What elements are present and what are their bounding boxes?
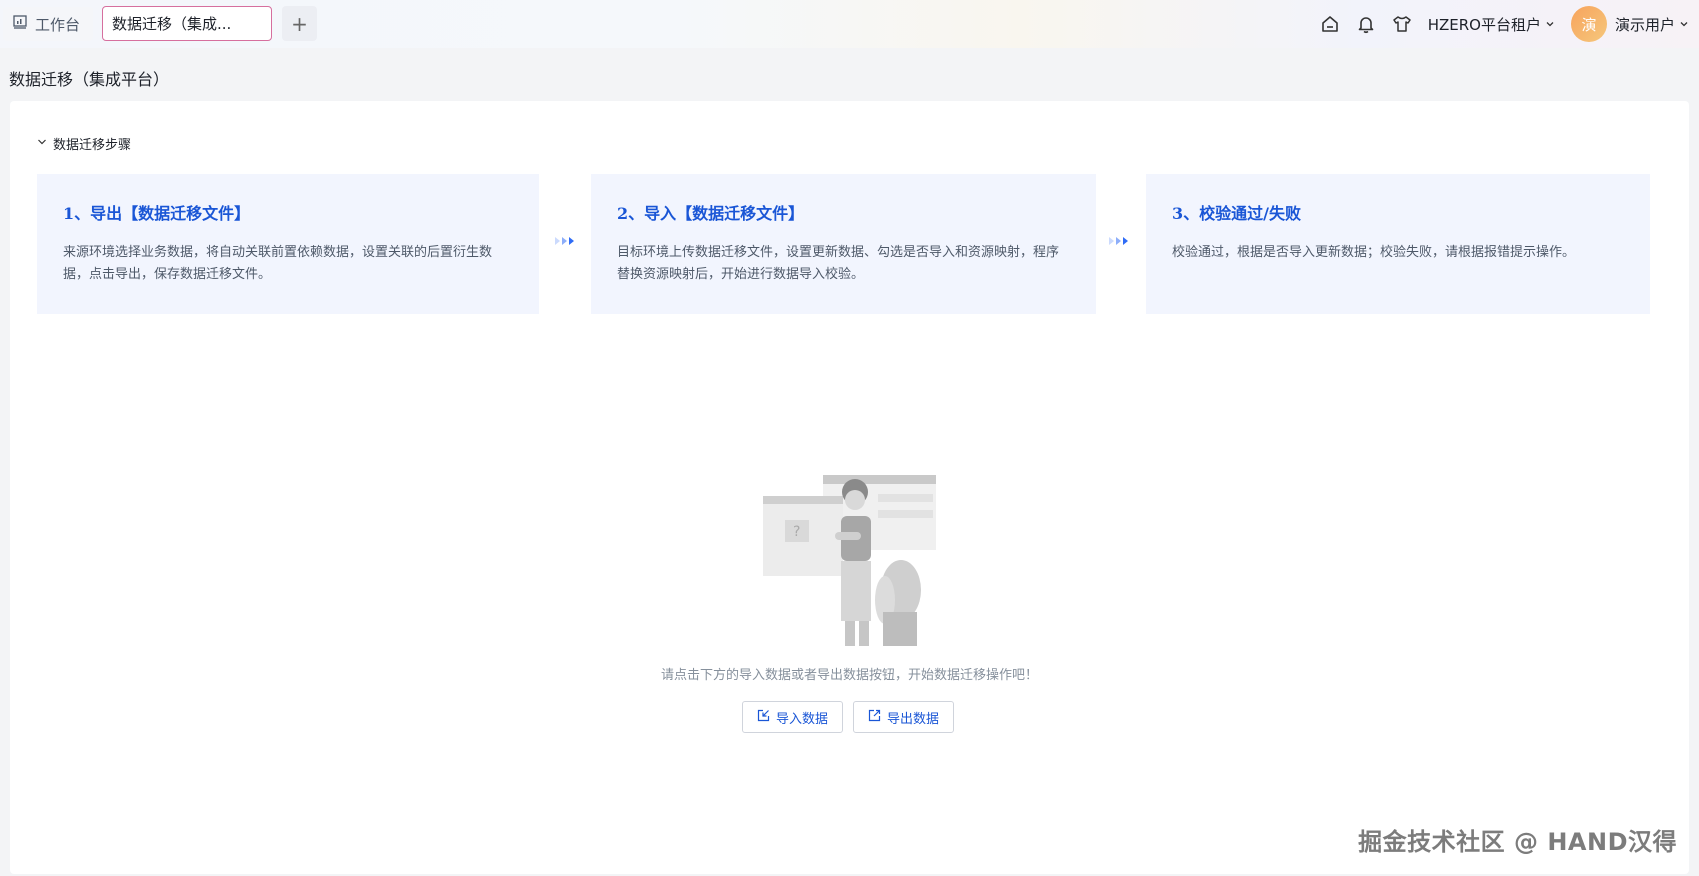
steps-collapse-toggle[interactable]: 数据迁移步骤 bbox=[37, 134, 131, 153]
dashboard-icon bbox=[13, 15, 27, 33]
tab-data-migration[interactable]: 数据迁移（集成... bbox=[102, 6, 272, 41]
export-icon bbox=[868, 709, 881, 726]
chevron-down-icon bbox=[37, 136, 47, 151]
step-description: 目标环境上传数据迁移文件，设置更新数据、勾选是否导入和资源映射，程序替换资源映射… bbox=[617, 245, 1060, 282]
import-data-label: 导入数据 bbox=[776, 711, 829, 727]
step-title: 2、导入【数据迁移文件】 bbox=[617, 204, 805, 223]
step-card-3: 3、校验通过/失败 校验通过，根据是否导入更新数据；校验失败，请根据报错提示操作… bbox=[1146, 174, 1650, 314]
import-data-button[interactable]: 导入数据 bbox=[742, 701, 844, 733]
main-card: 数据迁移步骤 1、导出【数据迁移文件】 来源环境选择业务数据，将自动关联前置依赖… bbox=[10, 101, 1689, 874]
tenant-selector[interactable]: HZERO平台租户 bbox=[1428, 14, 1555, 35]
user-menu[interactable]: 演示用户 bbox=[1615, 14, 1689, 35]
import-icon bbox=[757, 709, 770, 726]
step-card-1: 1、导出【数据迁移文件】 来源环境选择业务数据，将自动关联前置依赖数据，设置关联… bbox=[37, 174, 539, 314]
action-buttons: 导入数据 导出数据 bbox=[742, 701, 955, 733]
step-description: 校验通过，根据是否导入更新数据；校验失败，请根据报错提示操作。 bbox=[1172, 245, 1576, 260]
step-card-2: 2、导入【数据迁移文件】 目标环境上传数据迁移文件，设置更新数据、勾选是否导入和… bbox=[591, 174, 1096, 314]
tab-workbench[interactable]: 工作台 bbox=[3, 7, 93, 41]
shirt-icon[interactable] bbox=[1390, 12, 1414, 36]
home-icon[interactable] bbox=[1318, 12, 1342, 36]
username-label: 演示用户 bbox=[1614, 15, 1675, 34]
export-data-button[interactable]: 导出数据 bbox=[853, 701, 955, 733]
tenant-label: HZERO平台租户 bbox=[1427, 15, 1541, 34]
empty-state-text: 请点击下方的导入数据或者导出数据按钮，开始数据迁移操作吧！ bbox=[660, 668, 1038, 683]
tab-data-migration-label: 数据迁移（集成... bbox=[112, 15, 232, 33]
step-description: 来源环境选择业务数据，将自动关联前置依赖数据，设置关联的后置衍生数据，点击导出，… bbox=[63, 245, 493, 282]
plus-icon: + bbox=[291, 11, 308, 36]
export-data-label: 导出数据 bbox=[887, 711, 940, 727]
bell-icon[interactable] bbox=[1354, 12, 1378, 36]
chevron-down-icon bbox=[1679, 15, 1689, 33]
chevron-down-icon bbox=[1545, 15, 1555, 33]
svg-text:?: ? bbox=[793, 524, 800, 540]
step-title: 3、校验通过/失败 bbox=[1172, 204, 1301, 223]
step-title: 1、导出【数据迁移文件】 bbox=[63, 204, 251, 223]
watermark: 掘金技术社区 @ HAND汉得 bbox=[1358, 828, 1677, 856]
avatar[interactable]: 演 bbox=[1570, 6, 1607, 42]
tab-workbench-label: 工作台 bbox=[35, 15, 81, 34]
header-actions: HZERO平台租户 演 演示用户 bbox=[1306, 0, 1689, 48]
steps-toggle-label: 数据迁移步骤 bbox=[53, 138, 132, 153]
add-tab-button[interactable]: + bbox=[282, 6, 317, 41]
page-title: 数据迁移（集成平台） bbox=[9, 70, 170, 89]
step-arrow-icon bbox=[1109, 237, 1128, 245]
top-bar: 工作台 数据迁移（集成... + HZERO平台租户 演 演示用户 bbox=[0, 0, 1699, 48]
step-arrow-icon bbox=[555, 237, 574, 245]
empty-state-illustration: ? bbox=[763, 472, 953, 647]
